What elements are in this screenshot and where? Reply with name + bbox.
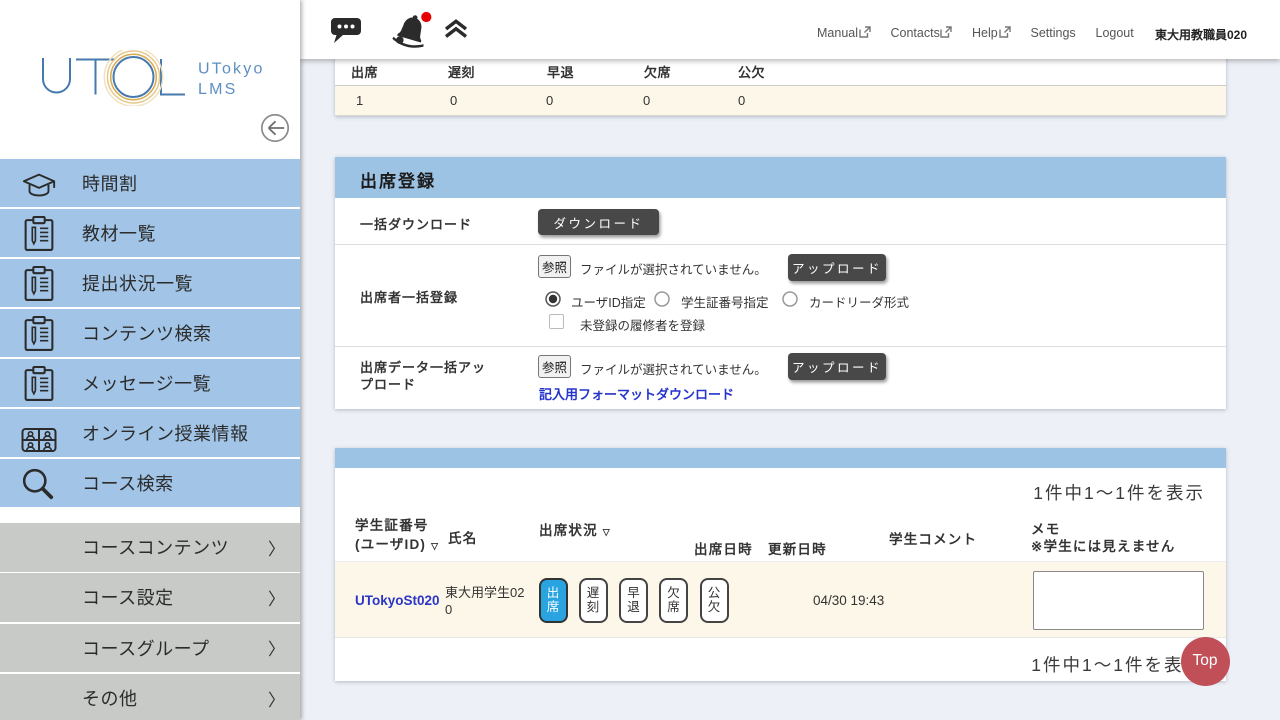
svg-text:LMS: LMS (198, 81, 238, 98)
svg-text:UTokyo: UTokyo (198, 61, 265, 78)
